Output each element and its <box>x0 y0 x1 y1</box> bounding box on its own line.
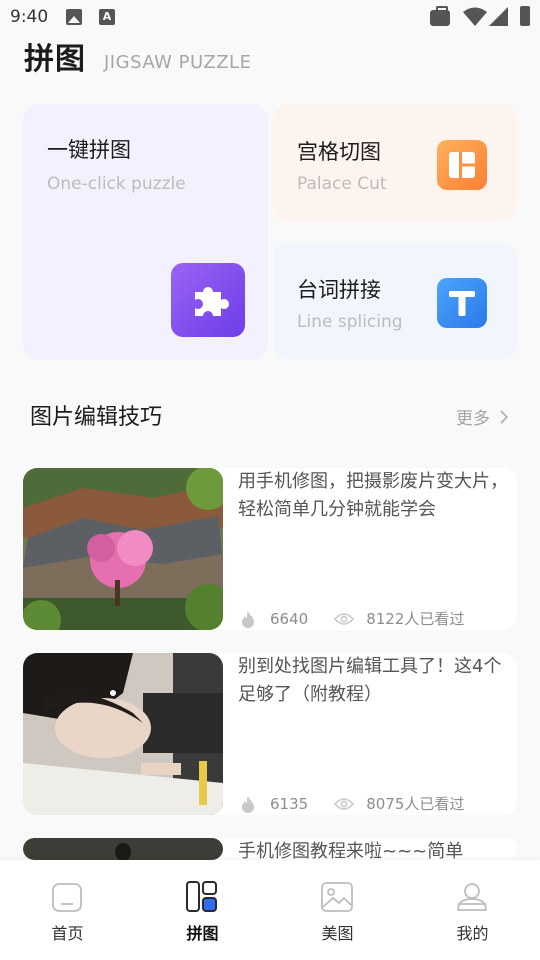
eye-icon <box>334 612 355 625</box>
article-stats: 6135 8075人已看过 <box>240 793 464 814</box>
nav-profile[interactable]: 我的 <box>405 860 540 960</box>
status-time: 9:40 <box>10 7 49 27</box>
nav-collage-label: 拼图 <box>186 924 219 943</box>
status-bar: 9:40 A <box>0 0 540 36</box>
section-title: 图片编辑技巧 <box>30 405 163 430</box>
nav-collage[interactable]: 拼图 <box>135 860 270 960</box>
more-label: 更多 <box>456 409 490 429</box>
article-stats: 6640 8122人已看过 <box>240 608 464 629</box>
profile-icon <box>457 883 487 911</box>
like-count: 6640 <box>270 609 309 628</box>
nav-home[interactable]: 首页 <box>0 860 135 960</box>
flame-icon <box>242 795 254 813</box>
grid-layout-icon <box>437 140 487 190</box>
line-splicing-title: 台词拼接 <box>297 278 381 302</box>
briefcase-icon <box>430 6 450 26</box>
article-card[interactable]: 手机修图教程来啦~~~简单 <box>23 838 517 860</box>
text-t-icon <box>437 278 487 328</box>
picture-icon <box>321 882 353 912</box>
flame-icon <box>242 610 254 628</box>
article-title: 用手机修图，把摄影废片变大片，轻松简单几分钟就能学会 <box>238 471 508 520</box>
article-card[interactable]: 别到处找图片编辑工具了！这4个足够了（附教程） 6135 8075人已看过 <box>23 653 517 815</box>
puzzle-piece-icon <box>171 263 245 337</box>
chevron-right-icon <box>500 409 508 424</box>
page-subtitle: JIGSAW PUZZLE <box>104 52 252 73</box>
article-thumbnail <box>23 838 223 860</box>
palace-cut-subtitle: Palace Cut <box>297 174 387 194</box>
nav-beautify-label: 美图 <box>321 924 354 943</box>
one-click-puzzle-title: 一键拼图 <box>47 138 131 162</box>
article-title: 别到处找图片编辑工具了！这4个足够了（附教程） <box>238 656 502 705</box>
like-count: 6135 <box>270 794 309 813</box>
home-icon <box>52 883 82 912</box>
line-splicing-card[interactable]: 台词拼接 Line splicing <box>273 242 517 360</box>
line-splicing-subtitle: Line splicing <box>297 312 403 332</box>
more-link[interactable]: 更多 <box>456 404 508 429</box>
view-count: 8075人已看过 <box>366 795 465 813</box>
one-click-puzzle-card[interactable]: 一键拼图 One-click puzzle <box>23 104 268 360</box>
image-icon <box>66 9 82 25</box>
article-thumbnail <box>23 653 223 815</box>
collage-icon <box>186 881 217 912</box>
a-icon: A <box>99 9 115 25</box>
battery-icon <box>520 6 530 26</box>
bottom-nav: 首页 拼图 美图 我的 <box>0 860 540 960</box>
page-title: 拼图 <box>24 42 86 77</box>
palace-cut-title: 宫格切图 <box>297 140 381 164</box>
eye-icon <box>334 797 355 810</box>
cellular-icon <box>489 7 509 31</box>
wifi-icon <box>463 7 487 31</box>
article-title: 手机修图教程来啦~~~简单 <box>238 841 464 860</box>
one-click-puzzle-subtitle: One-click puzzle <box>47 174 186 194</box>
nav-home-label: 首页 <box>51 924 84 943</box>
article-thumbnail <box>23 468 223 630</box>
nav-beautify[interactable]: 美图 <box>270 860 405 960</box>
nav-profile-label: 我的 <box>456 924 489 943</box>
app-screen: 9:40 A 拼图 JIGSAW PUZZLE 一键拼图 One-click p… <box>0 0 540 960</box>
article-card[interactable]: 用手机修图，把摄影废片变大片，轻松简单几分钟就能学会 6640 8122人已看过 <box>23 468 517 630</box>
view-count: 8122人已看过 <box>366 610 465 628</box>
palace-cut-card[interactable]: 宫格切图 Palace Cut <box>273 104 517 222</box>
